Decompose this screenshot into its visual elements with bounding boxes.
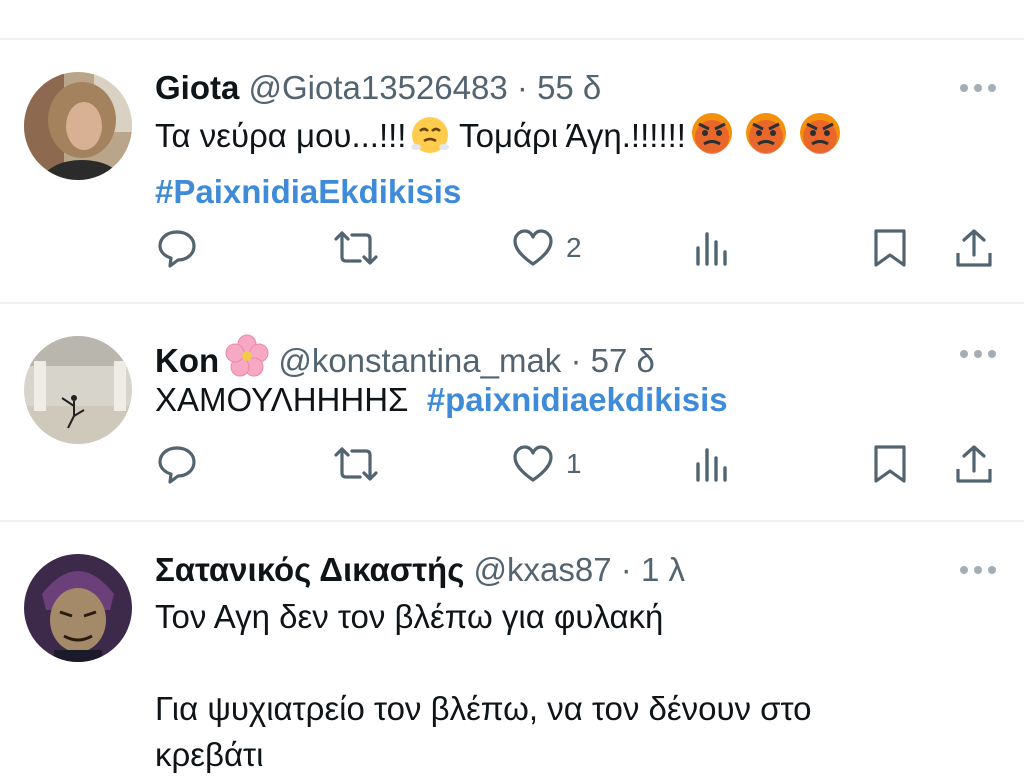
share-button[interactable] [954,226,994,270]
tweet-text: Τον Αγη δεν τον βλέπω για φυλακή Για ψυχ… [155,594,995,778]
display-name[interactable]: Giota [155,69,239,106]
like-count: 1 [566,448,582,479]
avatar[interactable] [24,72,132,180]
handle[interactable]: @Giota13526483 [249,69,508,106]
bookmark-button[interactable] [872,442,908,486]
angry-face-emoji [745,113,786,154]
share-icon-partial[interactable] [884,0,906,2]
views-button[interactable] [692,442,732,486]
separator: · [516,69,528,106]
heart-icon [513,229,553,266]
tweet-text: Τα νεύρα μου...!!! Τομάρι Άγη.!!!!!! #Pa… [155,108,995,220]
huffing-face-emoji [411,117,450,153]
tweet-header: Kon @konstantina_mak · 57 δ [155,334,655,379]
tweet-header: Σατανικός Δικαστής @kxas87 · 1 λ [155,552,685,588]
text: ΧΑΜΟΥΛΗΗΗΗΣ [155,381,409,418]
text-part-2: Τομάρι Άγη.!!!!!! [450,117,686,154]
cartoon-judge-avatar [24,554,132,662]
reply-button[interactable] [156,226,198,270]
tweet-actions: 2 [0,226,1024,270]
like-button[interactable]: 1 [512,442,582,486]
more-options-icon[interactable] [958,560,998,580]
text-part-1: Τα νεύρα μου...!!! [155,117,407,154]
text-line-3: κρεβάτι [155,736,264,773]
share-icon [956,445,992,483]
avatar[interactable] [24,336,132,444]
angry-face-emoji [799,113,840,154]
text-line-1: Τον Αγη δεν τον βλέπω για φυλακή [155,598,664,635]
tweet-text: ΧΑΜΟΥΛΗΗΗΗΣ #paixnidiaekdikisis [155,372,995,428]
retweet-icon [334,447,378,481]
more-options-icon[interactable] [958,344,998,364]
reply-button[interactable] [156,442,198,486]
angry-face-emoji [691,113,732,154]
tweet-actions: 1 [0,442,1024,486]
share-icon [956,229,992,267]
text-line-2: Για ψυχιατρείο τον βλέπω, να τον δένουν … [155,690,812,727]
like-count: 2 [566,232,582,263]
woman-curly-hair-photo [24,72,132,180]
bookmark-icon [874,445,906,483]
like-button[interactable]: 2 [512,226,582,270]
views-button[interactable] [692,226,732,270]
timestamp[interactable]: 1 λ [641,551,685,588]
tweet-giota[interactable]: Giota @Giota13526483 · 55 δ Τα νεύρα μου… [0,40,1024,302]
heart-icon [513,445,553,482]
retweet-button[interactable] [332,442,380,486]
tweet-judge[interactable]: Σατανικός Δικαστής @kxas87 · 1 λ Τον Αγη… [0,522,1024,773]
share-button[interactable] [954,442,994,486]
avatar[interactable] [24,554,132,662]
display-name[interactable]: Σατανικός Δικαστής [155,551,464,588]
bookmark-icon [874,229,906,267]
timestamp[interactable]: 55 δ [537,69,601,106]
dancer-studio-photo [24,336,132,444]
reply-icon [158,446,196,484]
previous-tweet-stub [0,0,1024,38]
reply-icon [158,230,196,268]
hashtag-link[interactable]: #PaixnidiaEkdikisis [155,173,461,210]
separator: · [620,551,632,588]
tweet-header: Giota @Giota13526483 · 55 δ [155,70,601,106]
more-options-icon[interactable] [958,78,998,98]
tweet-kon[interactable]: Kon @konstantina_mak · 57 δ ΧΑΜΟΥΛΗΗΗΗΣ … [0,304,1024,520]
bookmark-button[interactable] [872,226,908,270]
views-icon [696,232,727,266]
handle[interactable]: @kxas87 [474,551,612,588]
views-icon [696,448,727,482]
retweet-icon [334,231,378,265]
hashtag-link[interactable]: #paixnidiaekdikisis [427,381,728,418]
retweet-button[interactable] [332,226,380,270]
